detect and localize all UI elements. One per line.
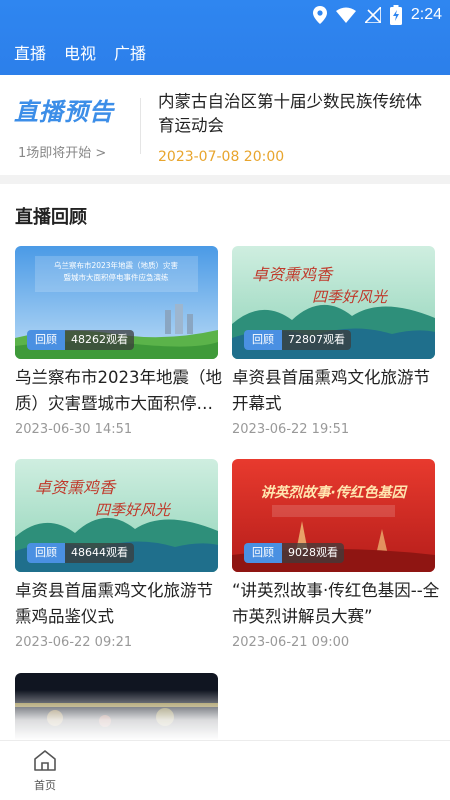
bottom-nav: 首页	[0, 740, 450, 800]
channel-tabs: 直播 电视 广播	[0, 40, 164, 64]
replay-tag: 回顾	[244, 543, 282, 563]
replay-badge: 回顾 48644观看	[27, 543, 134, 563]
location-icon	[312, 6, 327, 24]
svg-text:卓资熏鸡香: 卓资熏鸡香	[252, 265, 334, 284]
replay-title[interactable]: “讲英烈故事·传红色基因--全市英烈讲解员大赛”	[232, 578, 440, 630]
replay-date: 2023-06-22 09:21	[15, 635, 133, 650]
tab-radio[interactable]: 广播	[114, 40, 146, 64]
signal-icon	[364, 7, 381, 23]
replay-badge: 回顾 72807观看	[244, 330, 351, 350]
replay-date: 2023-06-30 14:51	[15, 422, 133, 437]
view-count: 9028观看	[282, 543, 344, 563]
replay-title[interactable]: 卓资县首届熏鸡文化旅游节开幕式	[232, 365, 440, 417]
svg-text:四季好风光: 四季好风光	[95, 501, 171, 519]
status-time: 2:24	[410, 6, 442, 23]
divider	[140, 98, 141, 154]
upcoming-event-time: 2023-07-08 20:00	[158, 149, 285, 165]
replay-title[interactable]: 卓资县首届熏鸡文化旅游节 熏鸡品鉴仪式	[15, 578, 223, 630]
wifi-icon	[335, 7, 356, 23]
tab-tv[interactable]: 电视	[64, 40, 96, 64]
replay-thumbnail[interactable]: 卓资熏鸡香 四季好风光 回顾 72807观看	[232, 246, 435, 359]
replay-badge: 回顾 48262观看	[27, 330, 134, 350]
replay-thumbnail[interactable]: 卓资熏鸡香 四季好风光 回顾 48644观看	[15, 459, 218, 572]
svg-text:四季好风光: 四季好风光	[312, 288, 388, 306]
tab-live[interactable]: 直播	[14, 40, 46, 64]
home-icon	[34, 750, 56, 771]
scroll-fade	[0, 690, 450, 740]
svg-text:乌兰察布市2023年地震（地质）灾害: 乌兰察布市2023年地震（地质）灾害	[54, 260, 179, 270]
replay-date: 2023-06-22 19:51	[232, 422, 350, 437]
view-count: 48644观看	[65, 543, 134, 563]
replay-badge: 回顾 9028观看	[244, 543, 344, 563]
replay-tag: 回顾	[27, 543, 65, 563]
replay-thumbnail[interactable]: 讲英烈故事·传红色基因 回顾 9028观看	[232, 459, 435, 572]
upcoming-event-title[interactable]: 内蒙古自治区第十届少数民族传统体育运动会	[158, 90, 433, 138]
replay-tag: 回顾	[27, 330, 65, 350]
live-preview-logo: 直播预告	[14, 98, 114, 126]
replay-title[interactable]: 乌兰察布市2023年地震（地质）灾害暨城市大面积停电事件应急演练	[15, 365, 223, 417]
section-separator	[0, 175, 450, 184]
view-count: 48262观看	[65, 330, 134, 350]
status-bar: 2:24	[0, 0, 450, 30]
battery-icon	[389, 5, 402, 25]
svg-text:卓资熏鸡香: 卓资熏鸡香	[35, 478, 117, 497]
upcoming-count-link[interactable]: 1场即将开始 >	[18, 142, 106, 161]
replay-tag: 回顾	[244, 330, 282, 350]
svg-text:暨城市大面积停电事件应急演练: 暨城市大面积停电事件应急演练	[64, 272, 169, 282]
nav-home[interactable]: 首页	[28, 749, 62, 793]
top-header: 2:24 直播 电视 广播	[0, 0, 450, 75]
replay-thumbnail[interactable]: 乌兰察布市2023年地震（地质）灾害 暨城市大面积停电事件应急演练 回顾 482…	[15, 246, 218, 359]
svg-text:讲英烈故事·传红色基因: 讲英烈故事·传红色基因	[260, 484, 408, 501]
view-count: 72807观看	[282, 330, 351, 350]
section-title: 直播回顾	[15, 207, 87, 228]
replay-date: 2023-06-21 09:00	[232, 635, 350, 650]
nav-home-label: 首页	[34, 779, 56, 792]
